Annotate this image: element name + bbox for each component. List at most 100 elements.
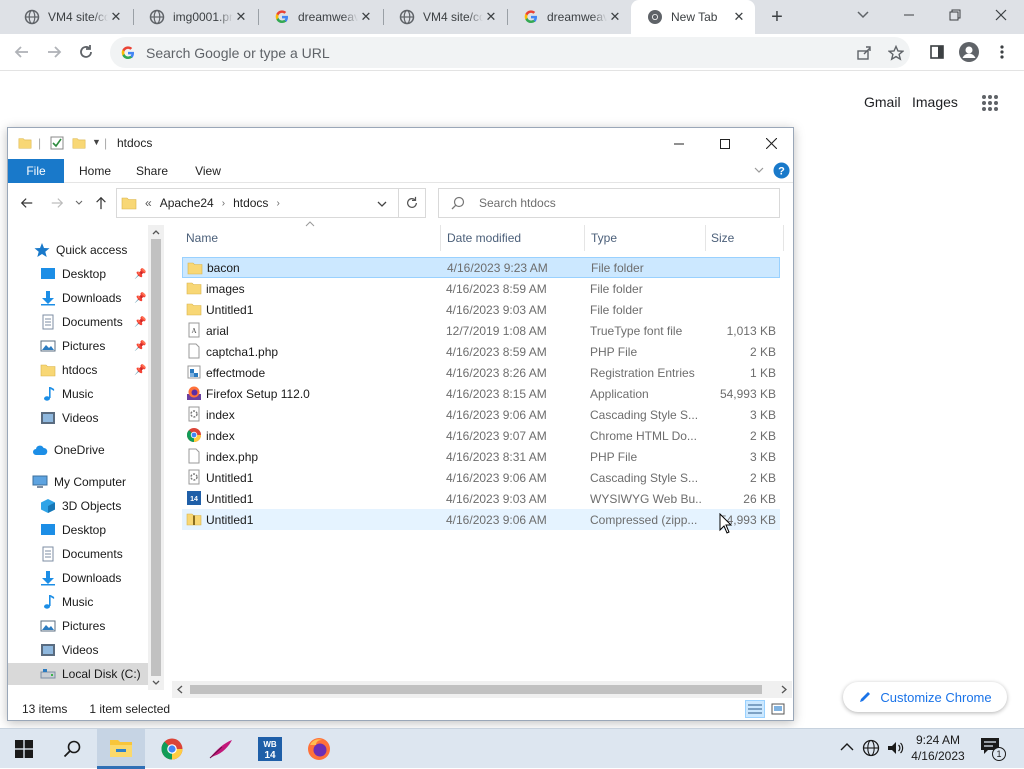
file-row[interactable]: index 4/16/2023 9:07 AM Chrome HTML Do..… — [182, 425, 780, 446]
nav-quick-pictures[interactable]: Pictures 📌 — [8, 335, 148, 357]
nav-documents[interactable]: Documents — [8, 543, 148, 565]
start-button[interactable] — [0, 729, 48, 769]
nav-videos[interactable]: Videos — [8, 639, 148, 661]
file-row[interactable]: A arial 12/7/2019 1:08 AM TrueType font … — [182, 320, 780, 341]
nav-quick-music[interactable]: Music — [8, 383, 148, 405]
chevron-up-icon[interactable] — [840, 742, 854, 752]
nav-scrollbar[interactable] — [148, 225, 164, 690]
images-link[interactable]: Images — [912, 94, 958, 110]
ribbon-tab-share[interactable]: Share — [128, 159, 176, 183]
omnibox[interactable]: Search Google or type a URL — [110, 37, 910, 68]
column-header-date[interactable]: Date modified — [447, 225, 521, 251]
chevron-down-icon[interactable] — [75, 200, 83, 206]
column-divider[interactable] — [584, 225, 585, 251]
nav-desktop[interactable]: Desktop — [8, 519, 148, 541]
browser-tab-5[interactable]: dreamweaver ✕ — [507, 0, 631, 34]
column-header-name[interactable]: Name — [186, 225, 218, 251]
breadcrumb-htdocs[interactable]: htdocs — [233, 196, 268, 210]
minimize-button[interactable] — [886, 0, 932, 30]
nav-quick-desktop[interactable]: Desktop 📌 — [8, 263, 148, 285]
nav-pictures[interactable]: Pictures — [8, 615, 148, 637]
browser-tab-6[interactable]: New Tab ✕ — [631, 0, 755, 34]
nav-3d-objects[interactable]: 3D Objects — [8, 495, 148, 517]
arrow-right-icon[interactable] — [50, 196, 64, 210]
nav-quick-downloads[interactable]: Downloads 📌 — [8, 287, 148, 309]
reload-button[interactable] — [72, 38, 100, 66]
close-window-button[interactable] — [978, 0, 1024, 30]
taskbar-file-explorer[interactable] — [97, 729, 145, 769]
gmail-link[interactable]: Gmail — [864, 94, 901, 110]
browser-tab-3[interactable]: dreamweaver ✕ — [258, 0, 382, 34]
quick-access-toolbar-dropdown[interactable]: ▼ — [92, 137, 101, 147]
taskbar-firefox[interactable] — [295, 729, 343, 769]
arrow-left-icon[interactable] — [20, 196, 34, 210]
search-button[interactable] — [48, 729, 96, 769]
column-divider[interactable] — [705, 225, 706, 251]
ribbon-tab-view[interactable]: View — [184, 159, 232, 183]
horizontal-scrollbar[interactable] — [172, 681, 792, 698]
file-row[interactable]: bacon 4/16/2023 9:23 AM File folder — [182, 257, 780, 278]
chevron-right-icon[interactable] — [781, 685, 787, 694]
column-divider[interactable] — [783, 225, 784, 251]
chevron-down-icon[interactable] — [152, 680, 160, 686]
chevron-down-icon[interactable] — [377, 201, 387, 208]
browser-tab-2[interactable]: img0001.png ✕ — [133, 0, 257, 34]
speaker-icon[interactable] — [886, 739, 904, 757]
chevron-down-icon[interactable] — [754, 167, 764, 174]
explorer-close-button[interactable] — [748, 128, 794, 159]
refresh-icon[interactable] — [405, 196, 419, 210]
horizontal-scroll-thumb[interactable] — [190, 685, 762, 694]
new-tab-button[interactable]: + — [764, 5, 790, 29]
file-row[interactable]: Firefox Setup 112.0 4/16/2023 8:15 AM Ap… — [182, 383, 780, 404]
file-row[interactable]: captcha1.php 4/16/2023 8:59 AM PHP File … — [182, 341, 780, 362]
side-panel-button[interactable] — [923, 38, 951, 66]
breadcrumb-overflow[interactable]: « — [145, 196, 152, 210]
file-row[interactable]: index.php 4/16/2023 8:31 AM PHP File 3 K… — [182, 446, 780, 467]
nav-music[interactable]: Music — [8, 591, 148, 613]
browser-tab-4[interactable]: VM4 site/code ✕ — [383, 0, 507, 34]
explorer-minimize-button[interactable] — [656, 128, 702, 159]
share-icon[interactable] — [856, 45, 872, 61]
tab-search-button[interactable] — [840, 0, 886, 30]
browser-tab-1[interactable]: VM4 site/code ✕ — [8, 0, 132, 34]
nav-quick-htdocs[interactable]: htdocs 📌 — [8, 359, 148, 381]
chevron-left-icon[interactable] — [177, 685, 183, 694]
nav-quick-documents[interactable]: Documents 📌 — [8, 311, 148, 333]
column-header-size[interactable]: Size — [711, 225, 734, 251]
taskbar-quill-app[interactable] — [197, 729, 245, 769]
clock[interactable]: 9:24 AM 4/16/2023 — [906, 732, 970, 764]
column-header-type[interactable]: Type — [591, 225, 617, 251]
chrome-menu-button[interactable] — [988, 38, 1016, 66]
details-view-button[interactable] — [745, 700, 765, 718]
nav-quick-videos[interactable]: Videos — [8, 407, 148, 429]
close-icon[interactable]: ✕ — [108, 9, 124, 25]
close-icon[interactable]: ✕ — [483, 9, 499, 25]
help-icon[interactable]: ? — [773, 162, 790, 179]
close-icon[interactable]: ✕ — [731, 9, 747, 25]
file-row[interactable]: Untitled1 4/16/2023 9:06 AM Cascading St… — [182, 467, 780, 488]
file-row[interactable]: Untitled1 4/16/2023 9:06 AM Compressed (… — [182, 509, 780, 530]
notifications-button[interactable]: 1 — [980, 737, 1006, 761]
customize-chrome-button[interactable]: Customize Chrome — [843, 682, 1007, 712]
breadcrumb-apache24[interactable]: Apache24 — [160, 196, 214, 210]
breadcrumb-separator[interactable]: › — [222, 198, 225, 209]
arrow-up-icon[interactable] — [94, 196, 108, 210]
file-row[interactable]: effectmode 4/16/2023 8:26 AM Registratio… — [182, 362, 780, 383]
file-row[interactable]: images 4/16/2023 8:59 AM File folder — [182, 278, 780, 299]
taskbar-chrome[interactable] — [148, 729, 196, 769]
explorer-maximize-button[interactable] — [702, 128, 748, 159]
close-icon[interactable]: ✕ — [607, 9, 623, 25]
ribbon-tab-home[interactable]: Home — [70, 159, 120, 183]
file-row[interactable]: index 4/16/2023 9:06 AM Cascading Style … — [182, 404, 780, 425]
forward-button[interactable] — [40, 38, 68, 66]
apps-grid-icon[interactable] — [981, 94, 999, 112]
nav-quick-access[interactable]: Quick access — [8, 239, 148, 261]
new-folder-icon[interactable] — [72, 136, 86, 150]
nav-local-disk[interactable]: Local Disk (C:) — [8, 663, 148, 685]
restore-button[interactable] — [932, 0, 978, 30]
close-icon[interactable]: ✕ — [358, 9, 374, 25]
star-icon[interactable] — [888, 45, 904, 61]
profile-button[interactable] — [955, 38, 983, 66]
close-icon[interactable]: ✕ — [233, 9, 249, 25]
file-row[interactable]: 14 Untitled1 4/16/2023 9:03 AM WYSIWYG W… — [182, 488, 780, 509]
